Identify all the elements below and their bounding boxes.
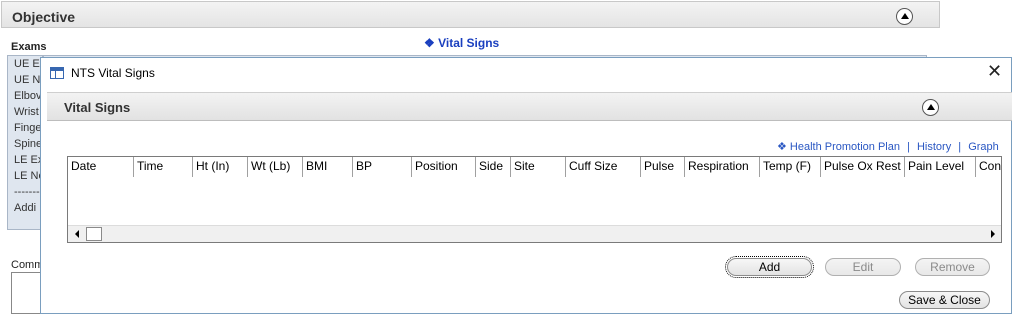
dialog-title: NTS Vital Signs <box>71 66 155 80</box>
close-icon[interactable]: ✕ <box>987 61 1002 81</box>
list-item[interactable]: Addi <box>8 200 42 216</box>
grid-body[interactable] <box>68 177 1001 224</box>
objective-section-header: Objective <box>1 1 940 28</box>
column-header-bmi[interactable]: BMI <box>303 157 353 177</box>
column-header-weight[interactable]: Wt (Lb) <box>248 157 303 177</box>
graph-link[interactable]: Graph <box>968 141 999 153</box>
column-header-temp[interactable]: Temp (F) <box>760 157 821 177</box>
list-separator: -------- <box>14 186 43 198</box>
exams-list[interactable]: UE Ex UE N Elbov Wrist Finge Spine LE Ex… <box>7 55 43 230</box>
column-header-position[interactable]: Position <box>412 157 476 177</box>
column-header-side[interactable]: Side <box>476 157 511 177</box>
list-item[interactable]: UE N <box>8 72 42 88</box>
column-header-cuff-size[interactable]: Cuff Size <box>566 157 641 177</box>
column-header-comments[interactable]: Con <box>976 157 1001 177</box>
column-header-site[interactable]: Site <box>511 157 566 177</box>
arrow-right-icon <box>990 230 995 238</box>
list-item[interactable]: Finge <box>8 120 42 136</box>
health-promotion-plan-link[interactable]: ❖ Health Promotion Plan <box>777 141 900 153</box>
collapse-up-icon[interactable] <box>922 99 939 116</box>
horizontal-scrollbar[interactable] <box>68 225 1001 242</box>
history-link[interactable]: History <box>917 141 951 153</box>
scrollbar-thumb[interactable] <box>86 227 102 241</box>
comments-textarea[interactable] <box>11 272 41 314</box>
collapse-up-icon[interactable] <box>896 8 913 25</box>
list-item[interactable]: Elbov <box>8 88 42 104</box>
column-header-pulse[interactable]: Pulse <box>641 157 685 177</box>
list-item[interactable]: Spine <box>8 136 42 152</box>
list-item[interactable]: UE Ex <box>8 56 42 72</box>
column-header-pain-level[interactable]: Pain Level <box>905 157 976 177</box>
column-header-date[interactable]: Date <box>68 157 134 177</box>
column-header-height[interactable]: Ht (In) <box>193 157 248 177</box>
list-item[interactable]: Wrist <box>8 104 42 120</box>
dialog-titlebar[interactable]: NTS Vital Signs ✕ <box>41 58 1011 88</box>
edit-button[interactable]: Edit <box>825 258 901 276</box>
vital-signs-dialog: NTS Vital Signs ✕ Vital Signs ❖ Health P… <box>40 57 1012 314</box>
scroll-right-button[interactable] <box>984 226 1001 242</box>
column-header-respiration[interactable]: Respiration <box>685 157 760 177</box>
column-header-bp[interactable]: BP <box>353 157 412 177</box>
column-header-time[interactable]: Time <box>134 157 193 177</box>
remove-button[interactable]: Remove <box>915 258 990 276</box>
vital-signs-section-header: Vital Signs <box>47 92 1012 121</box>
list-item[interactable]: LE Ex <box>8 152 42 168</box>
list-item[interactable]: LE Ne <box>8 168 42 184</box>
vital-signs-link[interactable]: ❖ Vital Signs <box>424 36 499 50</box>
comments-label: Comm <box>11 259 44 271</box>
arrow-left-icon <box>74 230 79 238</box>
links-bar: ❖ Health Promotion Plan | History | Grap… <box>777 140 999 153</box>
grid-header-row: Date Time Ht (In) Wt (Lb) BMI BP Positio… <box>68 157 1001 177</box>
vital-signs-grid[interactable]: Date Time Ht (In) Wt (Lb) BMI BP Positio… <box>67 156 1002 243</box>
scroll-left-button[interactable] <box>68 226 85 242</box>
add-button[interactable]: Add <box>725 256 814 278</box>
table-window-icon <box>50 67 64 79</box>
link-separator: | <box>907 141 910 153</box>
objective-section-title: Objective <box>12 9 76 25</box>
save-close-button[interactable]: Save & Close <box>899 291 990 309</box>
vital-signs-section-title: Vital Signs <box>64 100 131 115</box>
exams-label: Exams <box>11 41 47 53</box>
link-separator: | <box>958 141 962 153</box>
column-header-pulse-ox-rest[interactable]: Pulse Ox Rest <box>821 157 905 177</box>
